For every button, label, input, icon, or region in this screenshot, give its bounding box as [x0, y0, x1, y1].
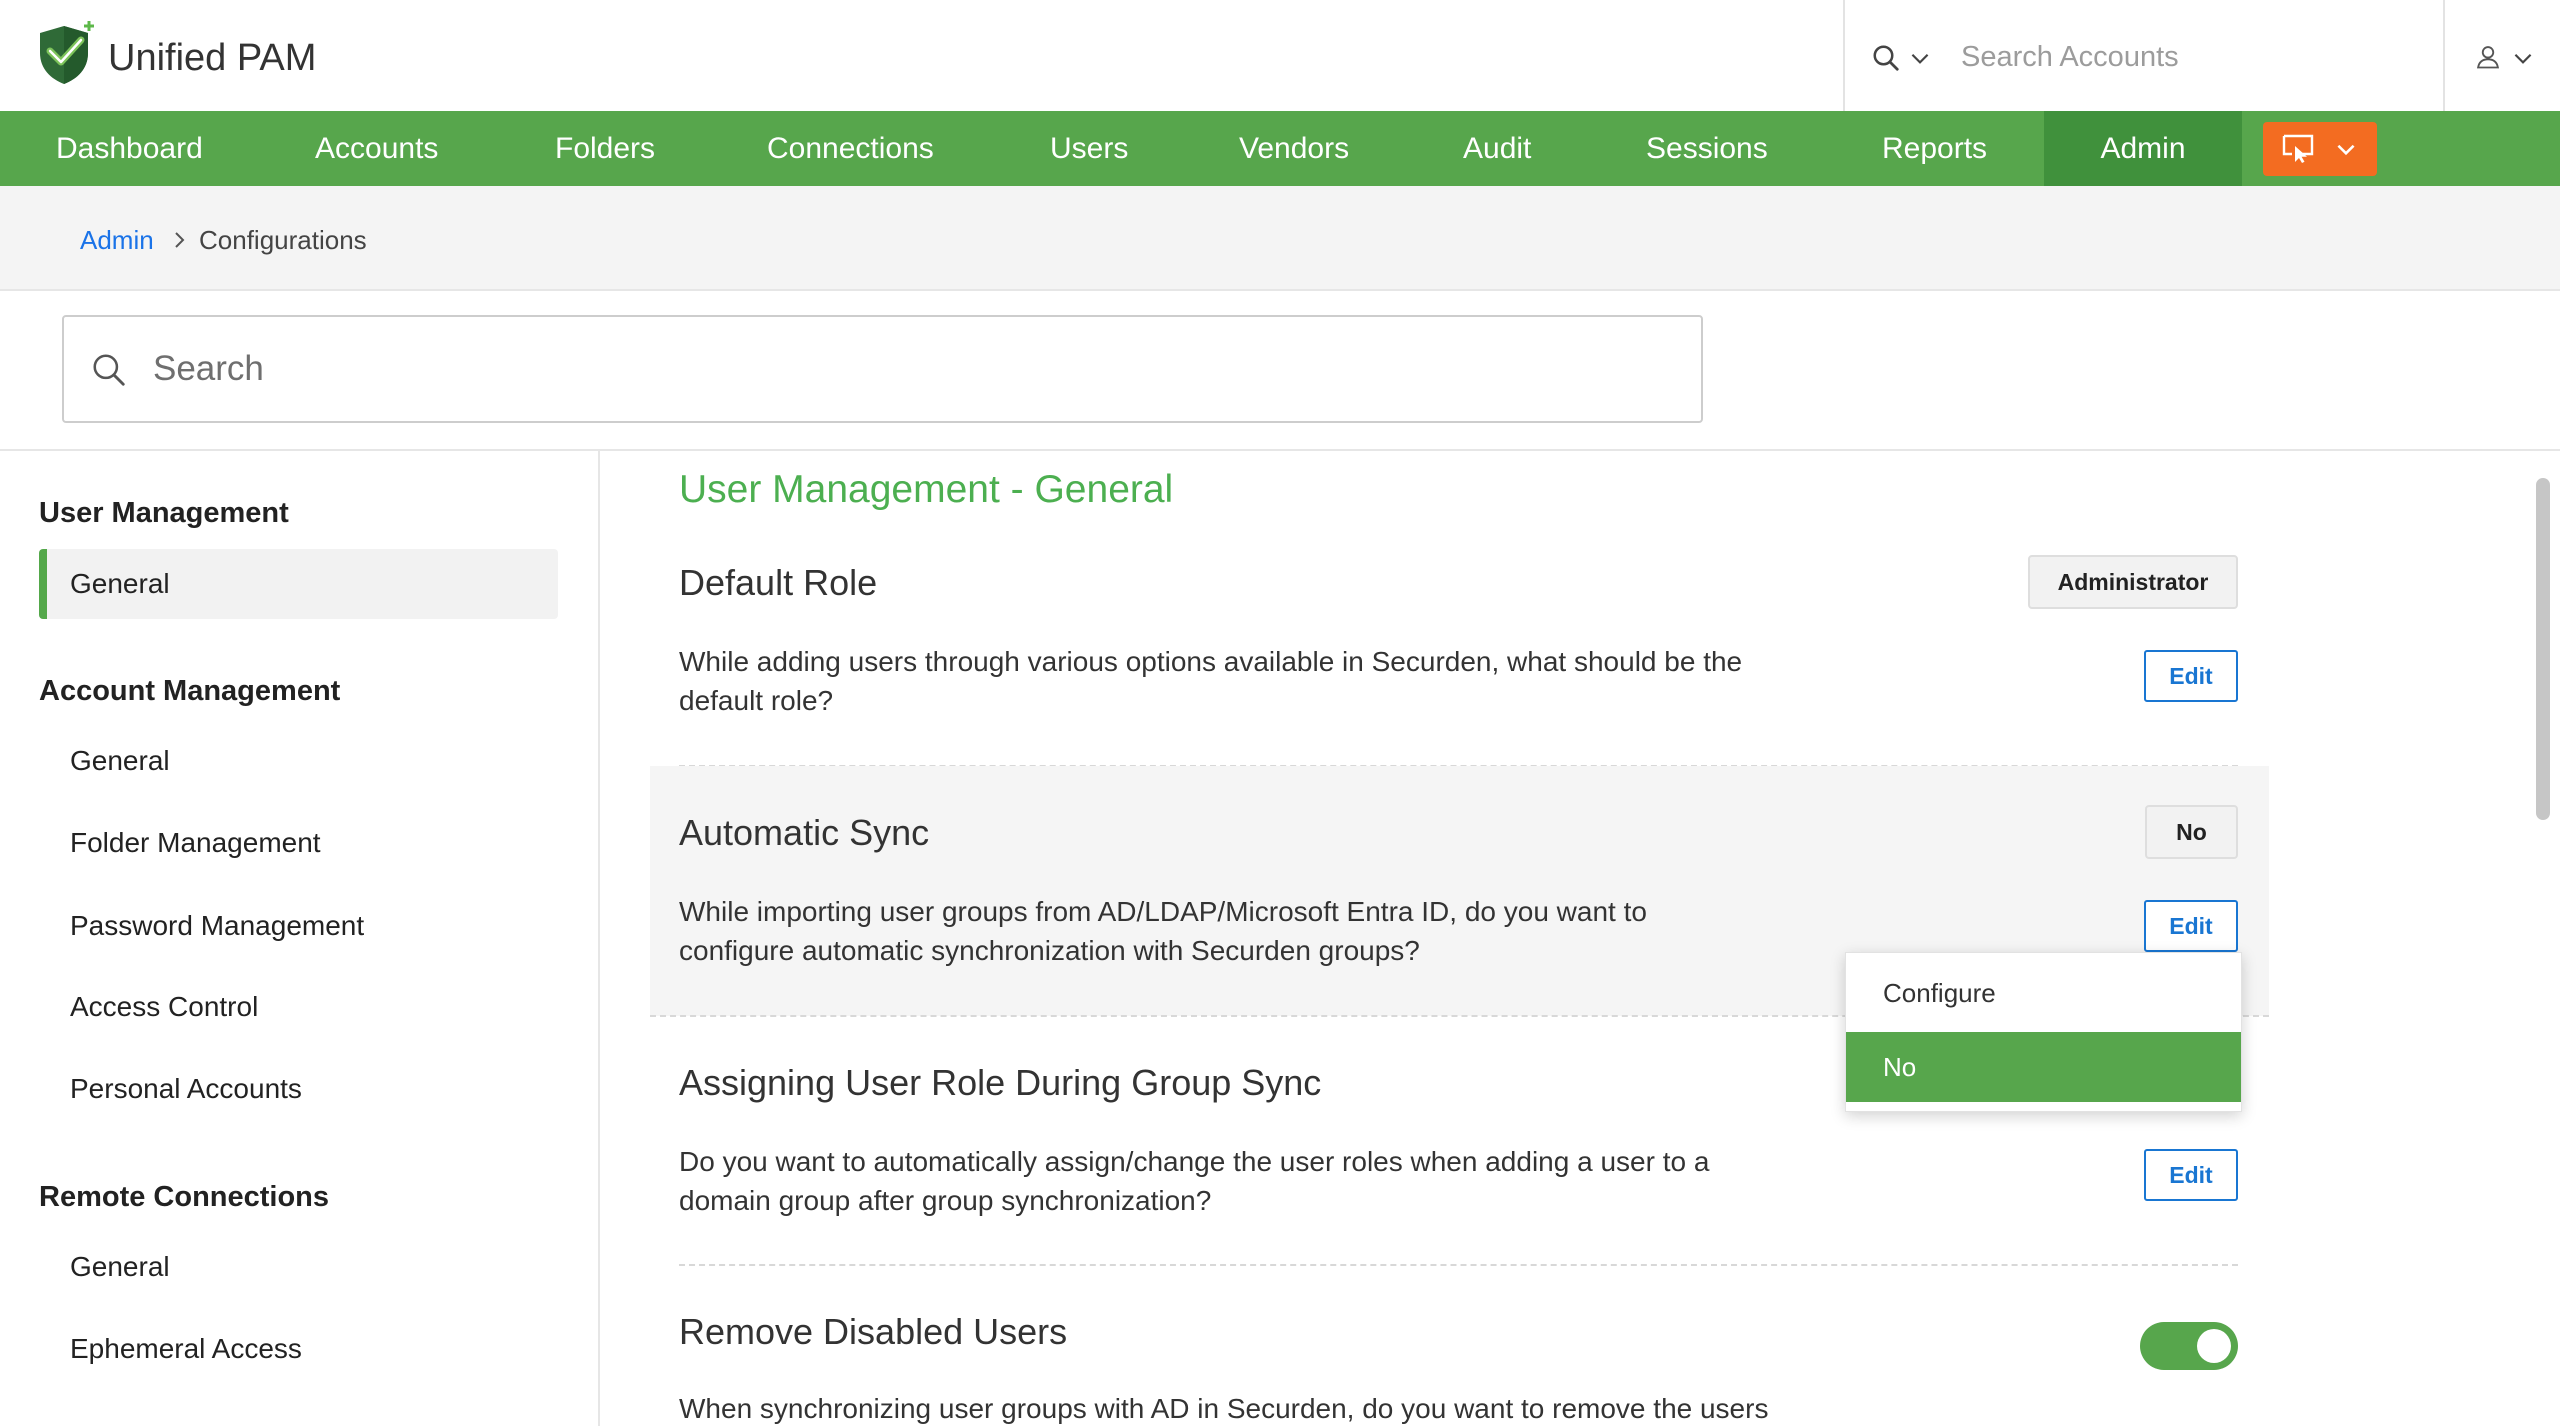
setting-description: While importing user groups from AD/LDAP…	[679, 892, 1979, 970]
scrollbar-thumb[interactable]	[2536, 478, 2550, 820]
nav-item-users[interactable]: Users	[1050, 111, 1128, 186]
toggle-knob	[2197, 1329, 2231, 1363]
sidebar-item-label: Ephemeral Access	[70, 1333, 302, 1364]
user-icon	[2474, 43, 2502, 71]
nav-item-accounts[interactable]: Accounts	[315, 111, 438, 186]
sidebar-item-remote-general[interactable]: General	[39, 1237, 558, 1297]
sidebar-item-folder-management[interactable]: Folder Management	[39, 813, 558, 873]
sidebar-item-label: Password Management	[70, 910, 365, 941]
main-content: User Management - General Default Role A…	[600, 451, 2560, 1426]
main-nav: Dashboard Accounts Folders Connections U…	[0, 111, 2560, 186]
setting-description: When synchronizing user groups with AD i…	[679, 1393, 1979, 1425]
setting-description: Do you want to automatically assign/chan…	[679, 1142, 1979, 1220]
sidebar-heading-account-management: Account Management	[39, 675, 341, 707]
description-line: configure automatic synchronization with…	[679, 935, 1420, 966]
nav-item-sessions[interactable]: Sessions	[1646, 111, 1768, 186]
header-divider	[2443, 0, 2445, 111]
chevron-down-icon	[2333, 136, 2359, 162]
setting-value-badge: Administrator	[2028, 555, 2238, 609]
chevron-right-icon	[167, 228, 191, 252]
description-line: While importing user groups from AD/LDAP…	[679, 896, 1647, 927]
edit-automatic-sync-button[interactable]: Edit	[2144, 900, 2238, 952]
description-line: default role?	[679, 685, 834, 716]
sidebar-item-label: General	[70, 745, 170, 776]
search-icon	[90, 351, 128, 389]
setting-heading-remove-disabled-users: Remove Disabled Users	[679, 1311, 1068, 1352]
sidebar-item-label: Access Control	[70, 991, 259, 1022]
setting-value-badge: No	[2145, 805, 2238, 859]
search-accounts-input[interactable]	[1955, 33, 2425, 81]
breadcrumb-current: Configurations	[199, 225, 367, 255]
chevron-down-icon	[2510, 45, 2536, 71]
app-name: Unified PAM	[108, 37, 317, 79]
sidebar-item-account-general[interactable]: General	[39, 731, 558, 791]
top-header: Unified PAM	[0, 0, 2560, 111]
settings-search-panel	[0, 289, 2560, 451]
breadcrumb: Admin Configurations	[0, 186, 2560, 289]
sidebar-item-access-control[interactable]: Access Control	[39, 977, 558, 1037]
setting-heading-automatic-sync: Automatic Sync	[679, 812, 930, 853]
setting-description: While adding users through various optio…	[679, 642, 1979, 720]
dropdown-option-label: No	[1883, 1052, 1917, 1082]
page-title: User Management - General	[679, 468, 1174, 511]
setting-heading-default-role: Default Role	[679, 562, 878, 603]
description-line: While adding users through various optio…	[679, 646, 1743, 677]
nav-item-connections[interactable]: Connections	[767, 111, 934, 186]
chevron-down-icon	[1907, 45, 1933, 71]
nav-item-vendors[interactable]: Vendors	[1239, 111, 1349, 186]
description-line: Do you want to automatically assign/chan…	[679, 1146, 1710, 1177]
settings-search-input[interactable]	[153, 339, 1653, 399]
description-line: When synchronizing user groups with AD i…	[679, 1393, 1769, 1424]
dropdown-option-no[interactable]: No	[1846, 1032, 2241, 1102]
nav-item-audit[interactable]: Audit	[1463, 111, 1531, 186]
remove-disabled-users-toggle[interactable]	[2140, 1322, 2238, 1370]
sidebar-item-label: Folder Management	[70, 827, 321, 858]
sidebar-item-user-general[interactable]: General	[39, 549, 558, 619]
user-menu-button[interactable]	[2466, 36, 2546, 80]
automatic-sync-dropdown: Configure No	[1845, 952, 2242, 1112]
shield-check-logo-icon[interactable]	[36, 20, 96, 86]
setting-heading-assign-user-role: Assigning User Role During Group Sync	[679, 1062, 1322, 1103]
remote-session-icon	[2282, 134, 2314, 164]
nav-item-admin[interactable]: Admin	[2044, 111, 2242, 186]
nav-item-folders[interactable]: Folders	[555, 111, 655, 186]
description-line: domain group after group synchronization…	[679, 1185, 1212, 1216]
sidebar-item-label: General	[70, 568, 170, 599]
dropdown-option-label: Configure	[1883, 978, 1996, 1008]
settings-search-box[interactable]	[62, 315, 1703, 423]
sidebar-item-password-management[interactable]: Password Management	[39, 896, 558, 956]
sidebar-heading-remote-connections: Remote Connections	[39, 1181, 330, 1213]
launch-session-button[interactable]	[2263, 122, 2377, 176]
sidebar-item-ephemeral-access[interactable]: Ephemeral Access	[39, 1319, 558, 1379]
search-scope-button[interactable]	[1866, 36, 1940, 80]
sidebar-item-personal-accounts[interactable]: Personal Accounts	[39, 1059, 558, 1119]
sidebar-item-label: General	[70, 1251, 170, 1282]
sidebar-heading-user-management: User Management	[39, 497, 289, 529]
dropdown-option-configure[interactable]: Configure	[1846, 957, 2241, 1029]
header-divider	[1843, 0, 1845, 111]
edit-assign-user-role-button[interactable]: Edit	[2144, 1149, 2238, 1201]
breadcrumb-link-admin[interactable]: Admin	[80, 222, 154, 258]
nav-item-reports[interactable]: Reports	[1882, 111, 1987, 186]
nav-item-dashboard[interactable]: Dashboard	[56, 111, 203, 186]
edit-default-role-button[interactable]: Edit	[2144, 650, 2238, 702]
sidebar-item-label: Personal Accounts	[70, 1073, 302, 1104]
search-icon	[1871, 43, 1901, 73]
settings-sidebar: User Management General Account Manageme…	[0, 451, 600, 1426]
divider	[679, 1264, 2238, 1266]
